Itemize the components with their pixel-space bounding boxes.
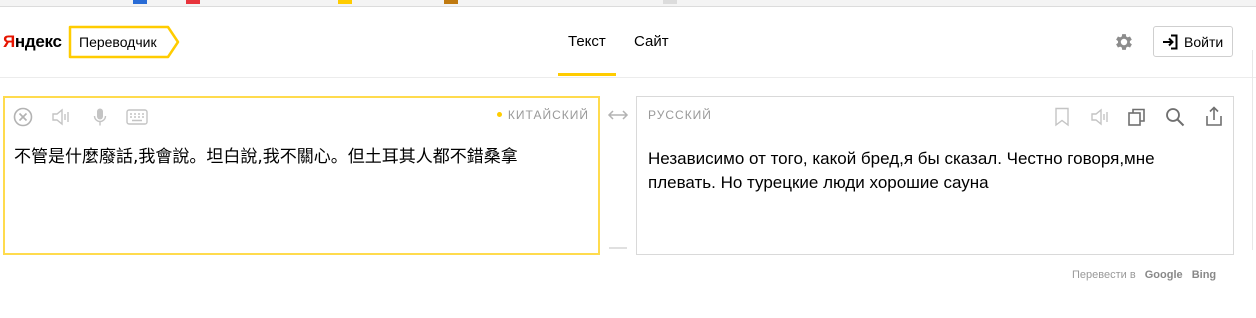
source-language: КИТАЙСКИЙ — [507, 108, 589, 122]
source-text-input[interactable]: 不管是什麼廢話,我會說。坦白說,我不關心。但土耳其人都不錯桑拿 — [14, 146, 594, 168]
bookmark-favicon[interactable] — [444, 0, 458, 4]
gear-icon[interactable] — [1113, 31, 1135, 53]
login-button[interactable]: Войти — [1153, 26, 1233, 57]
bookmark-icon[interactable] — [1053, 107, 1071, 127]
bookmarks-bar — [0, 0, 1256, 7]
target-panel: РУССКИЙ Независимо от того, какой бред,я… — [636, 96, 1234, 255]
bookmark-favicon[interactable] — [186, 0, 200, 4]
bookmark-favicon[interactable] — [663, 0, 677, 4]
translate-with-label: Перевести в — [1072, 269, 1136, 281]
copy-icon[interactable] — [1127, 107, 1147, 127]
translate-with-footer: Перевести в Google Bing — [1072, 269, 1216, 281]
target-language-selector[interactable]: РУССКИЙ — [648, 108, 712, 122]
scrollbar-track[interactable] — [1252, 50, 1253, 250]
clear-icon[interactable] — [13, 107, 33, 127]
listen-icon[interactable] — [51, 107, 71, 127]
bing-link[interactable]: Bing — [1192, 269, 1216, 281]
tab-text[interactable]: Текст — [568, 33, 606, 50]
resize-handle[interactable] — [609, 247, 627, 249]
source-panel: КИТАЙСКИЙ 不管是什麼廢話,我會說。坦白說,我不關心。但土耳其人都不錯桑… — [3, 96, 600, 255]
swap-arrows-icon[interactable] — [607, 108, 629, 122]
bookmark-favicon[interactable] — [133, 0, 147, 4]
microphone-icon[interactable] — [90, 107, 110, 127]
service-name: Переводчик — [79, 34, 157, 50]
share-icon[interactable] — [1204, 106, 1224, 127]
tab-site[interactable]: Сайт — [634, 33, 669, 50]
header: Яндекс Переводчик Текст Сайт Войти — [0, 7, 1256, 78]
login-label: Войти — [1184, 34, 1224, 50]
bookmark-favicon[interactable] — [338, 0, 352, 4]
search-icon[interactable] — [1165, 107, 1185, 127]
translation-output: Независимо от того, какой бред,я бы сказ… — [648, 149, 1155, 192]
active-tab-indicator — [558, 73, 616, 76]
source-language-selector[interactable]: КИТАЙСКИЙ — [496, 108, 589, 122]
yandex-logo[interactable]: Яндекс — [3, 32, 62, 52]
listen-icon[interactable] — [1090, 107, 1110, 127]
language-dot-icon — [496, 112, 502, 117]
google-link[interactable]: Google — [1145, 269, 1183, 281]
keyboard-icon[interactable] — [126, 108, 148, 126]
login-arrow-icon — [1163, 34, 1178, 50]
